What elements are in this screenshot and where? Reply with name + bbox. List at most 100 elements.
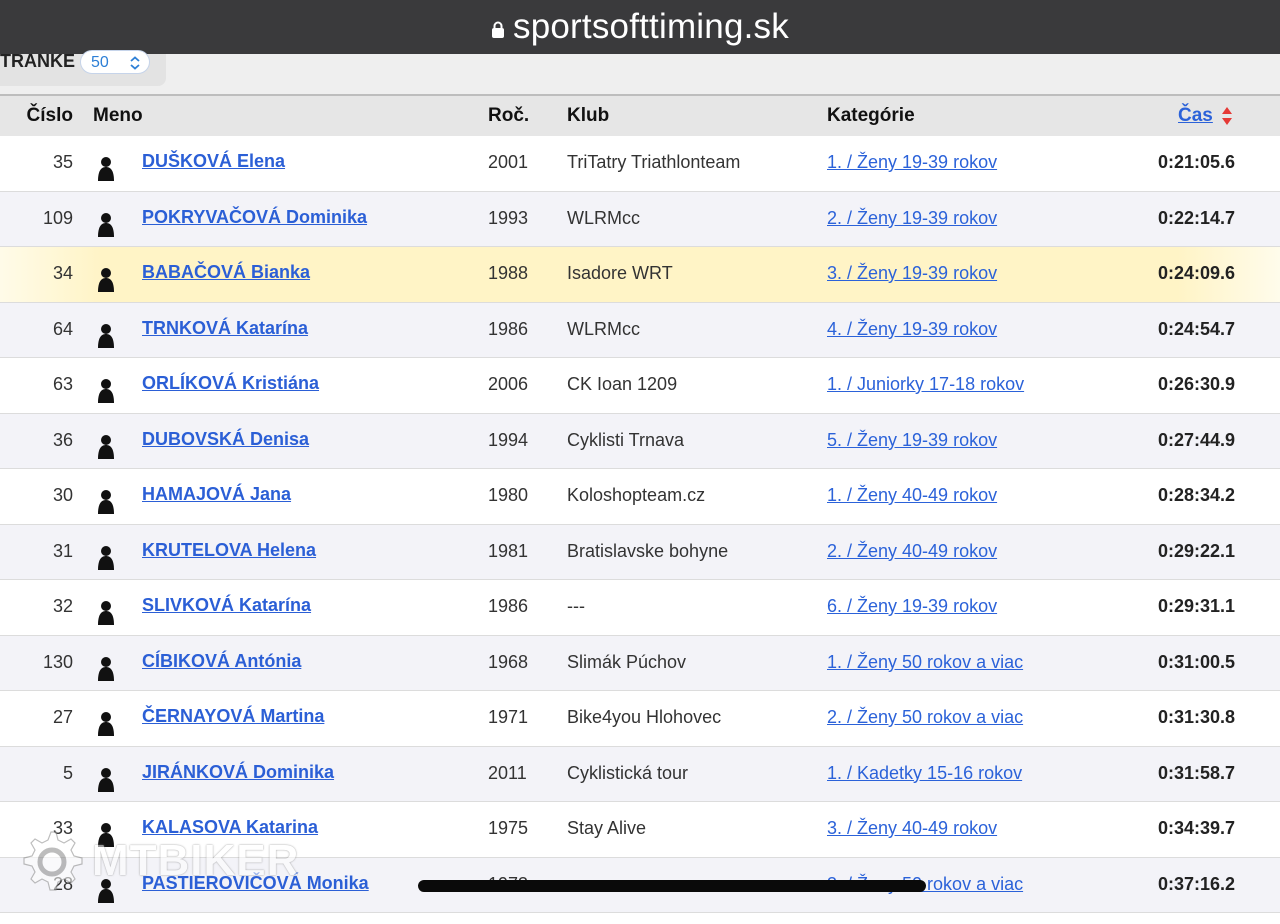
athlete-name-link[interactable]: HAMAJOVÁ Jana — [142, 469, 291, 519]
table-row: 109 POKRYVAČOVÁ Dominika 1993 WLRMcc 2. / Že… — [0, 191, 1280, 247]
birth-year: 2011 — [488, 762, 527, 783]
table-row: 27 ČERNAYOVÁ Martina 1971 Bike4you Hlohovec… — [0, 691, 1280, 747]
person-icon — [95, 816, 117, 847]
start-number: 130 — [42, 651, 73, 672]
athlete-name-link[interactable]: POKRYVAČOVÁ Dominika — [142, 192, 367, 242]
category-link[interactable]: 4. / Ženy 19-39 rokov — [827, 303, 997, 355]
athlete-name-link[interactable]: BABAČOVÁ Bianka — [142, 247, 310, 297]
header-number[interactable]: Číslo — [27, 96, 73, 136]
athlete-name-link[interactable]: DUBOVSKÁ Denisa — [142, 414, 309, 464]
header-name[interactable]: Meno — [93, 96, 143, 136]
club-name: TriTatry Triathlonteam — [567, 152, 741, 172]
athlete-name-link[interactable]: DUŠKOVÁ Elena — [142, 136, 285, 186]
finish-time: 0:31:30.8 — [1157, 707, 1235, 727]
person-icon — [95, 872, 117, 903]
header-club[interactable]: Klub — [567, 96, 609, 136]
url-text: sportsofttiming.sk — [513, 7, 789, 46]
birth-year: 1988 — [488, 263, 529, 283]
start-number: 64 — [52, 318, 73, 339]
birth-year: 1975 — [488, 818, 529, 838]
person-icon — [95, 261, 117, 292]
browser-address-bar[interactable]: sportsofttiming.sk — [0, 0, 1280, 54]
category-link[interactable]: 2. / Ženy 19-39 rokov — [827, 192, 997, 244]
home-indicator[interactable] — [418, 880, 926, 892]
lock-icon — [492, 21, 505, 38]
start-number: 27 — [52, 707, 73, 727]
category-link[interactable]: 5. / Ženy 19-39 rokov — [827, 414, 997, 466]
category-link[interactable]: 1. / Kadetky 15-16 rokov — [827, 747, 1022, 799]
results-toolbar: TRANKE 50 — [0, 50, 1280, 96]
birth-year: 1981 — [488, 540, 529, 561]
birth-year: 1986 — [488, 596, 529, 616]
chevron-updown-icon — [130, 56, 140, 70]
table-row: 32 SLIVKOVÁ Katarína 1986 --- 6. / Ženy 19-3… — [0, 580, 1280, 636]
start-number: 32 — [52, 596, 73, 616]
page-size-value: 50 — [91, 54, 109, 71]
club-name: Cyklisti Trnava — [567, 429, 685, 450]
table-row: 31 KRUTELOVA Helena 1981 Bratislavske bohyn… — [0, 524, 1280, 580]
start-number: 5 — [62, 762, 73, 783]
category-link[interactable]: 6. / Ženy 19-39 rokov — [827, 580, 997, 632]
athlete-name-link[interactable]: JIRÁNKOVÁ Dominika — [142, 747, 334, 797]
birth-year: 1993 — [488, 207, 529, 228]
category-link[interactable]: 3. / Ženy 40-49 rokov — [827, 802, 997, 854]
club-name: Isadore WRT — [567, 263, 673, 283]
header-time-sort-link[interactable]: Čas — [1178, 96, 1213, 136]
birth-year: 1994 — [488, 429, 529, 450]
start-number: 35 — [52, 152, 73, 172]
table-row: 5 JIRÁNKOVÁ Dominika 2011 Cyklistická tour 1… — [0, 746, 1280, 802]
category-link[interactable]: 1. / Juniorky 17-18 rokov — [827, 358, 1024, 410]
category-link[interactable]: 2. / Ženy 40-49 rokov — [827, 525, 997, 577]
finish-time: 0:34:39.7 — [1157, 818, 1235, 838]
club-name: Stay Alive — [567, 818, 647, 838]
person-icon — [95, 761, 117, 792]
person-icon — [95, 650, 117, 681]
athlete-name-link[interactable]: TRNKOVÁ Katarína — [142, 303, 308, 353]
finish-time: 0:22:14.7 — [1157, 207, 1235, 228]
finish-time: 0:29:31.1 — [1157, 596, 1235, 616]
finish-time: 0:27:44.9 — [1157, 429, 1235, 450]
finish-time: 0:26:30.9 — [1157, 374, 1235, 394]
birth-year: 1980 — [488, 485, 529, 505]
sort-icon[interactable] — [1220, 104, 1234, 128]
start-number: 33 — [52, 818, 73, 838]
athlete-name-link[interactable]: ČERNAYOVÁ Martina — [142, 691, 324, 741]
start-number: 63 — [52, 374, 73, 394]
finish-time: 0:31:58.7 — [1157, 762, 1235, 783]
finish-time: 0:31:00.5 — [1157, 651, 1235, 672]
results-table-body: 35 DUŠKOVÁ Elena 2001 TriTatry Triathlontea… — [0, 136, 1280, 913]
start-number: 30 — [52, 485, 73, 505]
table-row: 33 KALASOVA Katarina 1975 Stay Alive 3. / Že… — [0, 802, 1280, 858]
person-icon — [95, 150, 117, 181]
person-icon — [95, 483, 117, 514]
person-icon — [95, 594, 117, 625]
birth-year: 2001 — [488, 152, 529, 172]
athlete-name-link[interactable]: KRUTELOVA Helena — [142, 525, 316, 575]
category-link[interactable]: 1. / Ženy 19-39 rokov — [827, 136, 997, 188]
category-link[interactable]: 3. / Ženy 19-39 rokov — [827, 247, 997, 299]
person-icon — [95, 206, 117, 237]
start-number: 28 — [52, 873, 73, 894]
club-name: Bike4you Hlohovec — [567, 707, 722, 727]
header-year[interactable]: Roč. — [488, 96, 529, 136]
category-link[interactable]: 1. / Ženy 50 rokov a viac — [827, 636, 1023, 688]
category-link[interactable]: 2. / Ženy 50 rokov a viac — [827, 691, 1023, 743]
athlete-name-link[interactable]: KALASOVA Katarina — [142, 802, 318, 852]
athlete-name-link[interactable]: PASTIEROVIČOVÁ Monika — [142, 858, 369, 908]
athlete-name-link[interactable]: ORLÍKOVÁ Kristiána — [142, 358, 319, 408]
table-row: 64 TRNKOVÁ Katarína 1986 WLRMcc 4. / Ženy 19… — [0, 302, 1280, 358]
header-category[interactable]: Kategórie — [827, 96, 915, 136]
page-size-select[interactable]: 50 — [80, 50, 150, 74]
club-name: Slimák Púchov — [567, 651, 687, 672]
category-link[interactable]: 1. / Ženy 40-49 rokov — [827, 469, 997, 521]
start-number: 31 — [52, 540, 73, 561]
table-row: 36 DUBOVSKÁ Denisa 1994 Cyklisti Trnava 5. /… — [0, 413, 1280, 469]
athlete-name-link[interactable]: CÍBIKOVÁ Antónia — [142, 636, 301, 686]
athlete-name-link[interactable]: SLIVKOVÁ Katarína — [142, 580, 311, 630]
club-name: Bratislavske bohyne — [567, 540, 729, 561]
finish-time: 0:29:22.1 — [1157, 540, 1235, 561]
club-name: Cyklistická tour — [567, 762, 689, 783]
table-row: 130 CÍBIKOVÁ Antónia 1968 Slimák Púchov 1. /… — [0, 635, 1280, 691]
birth-year: 1986 — [488, 318, 529, 339]
club-name: CK Ioan 1209 — [567, 374, 678, 394]
